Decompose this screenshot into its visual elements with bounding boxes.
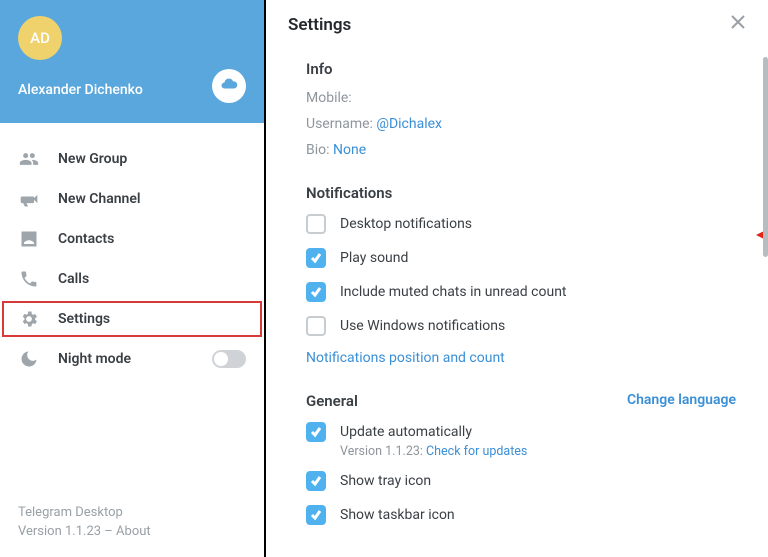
sidebar-item-contacts[interactable]: Contacts (0, 219, 264, 259)
panel-header: Settings (266, 0, 768, 50)
sidebar-item-new-group[interactable]: New Group (0, 139, 264, 179)
phone-icon (18, 269, 40, 289)
sidebar-item-settings[interactable]: Settings (0, 299, 264, 339)
sidebar-item-label: Settings (58, 311, 110, 327)
moon-icon (18, 349, 40, 369)
panel-body: Info Mobile: Username: @Dichalex Bio: No… (266, 50, 768, 557)
opt-label: Update automatically (340, 424, 472, 440)
sidebar-item-label: Night mode (58, 351, 131, 367)
checkbox-checked-icon (306, 282, 326, 302)
group-icon (18, 149, 40, 169)
opt-label: Use Windows notifications (340, 318, 505, 334)
checkbox-checked-icon (306, 505, 326, 525)
cloud-icon (220, 75, 238, 97)
about-link[interactable]: About (116, 524, 151, 539)
sidebar-item-label: New Group (58, 151, 127, 167)
checkbox-checked-icon (306, 471, 326, 491)
opt-show-taskbar-icon[interactable]: Show taskbar icon (306, 505, 736, 525)
info-bio-label: Bio: (306, 142, 333, 158)
username-link[interactable]: @Dichalex (376, 116, 442, 132)
sidebar-header: AD Alexander Dichenko (0, 0, 264, 123)
opt-include-muted[interactable]: Include muted chats in unread count (306, 282, 736, 302)
sidebar-item-calls[interactable]: Calls (0, 259, 264, 299)
megaphone-icon (18, 189, 40, 209)
scrollbar[interactable] (762, 50, 768, 540)
opt-label: Show tray icon (340, 473, 431, 489)
version-line: Version 1.1.23 – About (18, 524, 246, 539)
opt-update-automatically[interactable]: Update automatically (306, 422, 736, 442)
opt-label: Show taskbar icon (340, 507, 455, 523)
section-notifications: Notifications Desktop notifications Play… (306, 184, 736, 366)
checkbox-checked-icon (306, 422, 326, 442)
bio-link[interactable]: None (333, 142, 366, 158)
info-username: Username: @Dichalex (306, 116, 736, 132)
notifications-position-link[interactable]: Notifications position and count (306, 350, 736, 366)
version-sub-text: Version 1.1.23: (340, 444, 426, 459)
gear-icon (18, 309, 40, 329)
checkbox-checked-icon (306, 248, 326, 268)
checkbox-unchecked-icon (306, 316, 326, 336)
info-bio: Bio: None (306, 142, 736, 158)
sidebar: AD Alexander Dichenko New Group New Chan… (0, 0, 266, 557)
version-text: Version 1.1.23 – (18, 524, 116, 539)
checkbox-unchecked-icon (306, 214, 326, 234)
opt-windows-notifications[interactable]: Use Windows notifications (306, 316, 736, 336)
opt-show-tray-icon[interactable]: Show tray icon (306, 471, 736, 491)
opt-label: Play sound (340, 250, 408, 266)
scrollbar-thumb[interactable] (763, 57, 768, 257)
cloud-button[interactable] (212, 69, 246, 103)
opt-label: Include muted chats in unread count (340, 284, 567, 300)
section-title-notifications: Notifications (306, 184, 736, 202)
opt-play-sound[interactable]: Play sound (306, 248, 736, 268)
change-language-link[interactable]: Change language (627, 392, 736, 408)
sidebar-item-label: Contacts (58, 231, 114, 247)
person-icon (18, 229, 40, 249)
general-title-text: General (306, 392, 358, 410)
opt-label: Desktop notifications (340, 216, 472, 232)
sidebar-item-new-channel[interactable]: New Channel (0, 179, 264, 219)
sidebar-footer: Telegram Desktop Version 1.1.23 – About (0, 505, 264, 557)
night-mode-toggle[interactable] (212, 350, 246, 368)
avatar[interactable]: AD (18, 16, 62, 60)
check-updates-link[interactable]: Check for updates (426, 444, 527, 459)
page-title: Settings (288, 15, 351, 35)
opt-desktop-notifications[interactable]: Desktop notifications (306, 214, 736, 234)
info-mobile: Mobile: (306, 90, 736, 106)
section-info: Info Mobile: Username: @Dichalex Bio: No… (306, 60, 736, 158)
sidebar-item-label: Calls (58, 271, 89, 287)
close-button[interactable] (730, 14, 746, 34)
close-icon (730, 15, 746, 34)
section-title-info: Info (306, 60, 736, 78)
section-general: General Change language Update automatic… (306, 392, 736, 525)
update-sublabel: Version 1.1.23: Check for updates (340, 444, 736, 459)
sidebar-menu: New Group New Channel Contacts Calls Set… (0, 123, 264, 379)
section-title-general: General Change language (306, 392, 736, 410)
app-name: Telegram Desktop (18, 505, 246, 520)
info-username-label: Username: (306, 116, 376, 132)
sidebar-item-label: New Channel (58, 191, 141, 207)
sidebar-item-night-mode[interactable]: Night mode (0, 339, 264, 379)
settings-panel: Settings Info Mobile: Username: @Dichale… (266, 0, 768, 557)
